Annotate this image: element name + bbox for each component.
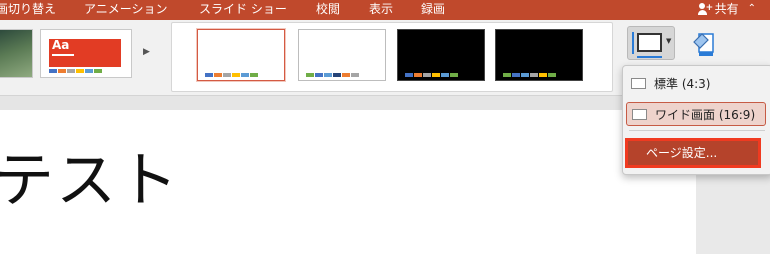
standard-label: 標準 (4:3)	[654, 77, 711, 91]
more-themes-arrow-icon[interactable]: ▶	[143, 47, 150, 57]
share-button[interactable]: + 共有 ⌃	[697, 2, 756, 16]
slide-canvas[interactable]: テスト	[0, 110, 696, 254]
width-arrow	[637, 56, 662, 58]
swatch	[76, 69, 84, 73]
menu-record[interactable]: 録画	[421, 2, 445, 16]
menu-bar: 画切り替え アニメーション スライド ショー 校閲 表示 録画 + 共有 ⌃	[0, 0, 770, 20]
widescreen-label: ワイド画面 (16:9)	[655, 108, 756, 122]
theme-sample-text: Aa	[52, 38, 70, 52]
variants-gallery	[171, 22, 613, 92]
menu-item-widescreen[interactable]: ワイド画面 (16:9)	[626, 102, 766, 126]
format-background-icon[interactable]	[691, 28, 717, 58]
page-setup-button[interactable]: ページ設定...	[625, 138, 761, 168]
theme-thumbnail-red[interactable]: Aa	[40, 29, 132, 78]
variant-swatches	[503, 73, 556, 77]
swatch	[85, 69, 93, 73]
menu-slideshow[interactable]: スライド ショー	[199, 2, 287, 16]
menu-view[interactable]: 表示	[369, 2, 393, 16]
variant-swatches	[306, 73, 359, 77]
variant-swatches	[205, 73, 258, 77]
height-arrow	[632, 32, 634, 54]
slide-size-icon	[637, 33, 662, 52]
widescreen-slide-icon	[632, 109, 647, 120]
theme-underline	[52, 54, 74, 56]
variant-black-alt[interactable]	[495, 29, 583, 81]
chevron-up-icon[interactable]: ⌃	[748, 2, 756, 16]
page-setup-label: ページ設定...	[646, 146, 718, 160]
menu-review[interactable]: 校閲	[316, 2, 340, 16]
variant-white-alt[interactable]	[298, 29, 386, 81]
theme-thumbnail-green[interactable]	[0, 29, 33, 78]
menu-item-standard[interactable]: 標準 (4:3)	[626, 72, 766, 96]
dropdown-caret-icon: ▼	[666, 37, 672, 45]
slide-size-button[interactable]: ▼	[627, 26, 675, 60]
variant-white-selected[interactable]	[197, 29, 285, 81]
swatch	[49, 69, 57, 73]
theme-color-swatches	[49, 69, 102, 73]
swatch	[94, 69, 102, 73]
swatch	[58, 69, 66, 73]
share-label: 共有	[714, 2, 739, 16]
add-person-icon: +	[697, 2, 713, 16]
variant-swatches	[405, 73, 458, 77]
slide-editor: テスト	[0, 96, 696, 254]
variant-black[interactable]	[397, 29, 485, 81]
standard-slide-icon	[631, 78, 646, 89]
menu-transitions[interactable]: 画切り替え	[0, 2, 56, 16]
menu-animations[interactable]: アニメーション	[84, 2, 168, 16]
menu-separator	[629, 130, 765, 131]
slide-title-text[interactable]: テスト	[0, 146, 180, 216]
slide-size-menu: 標準 (4:3) ワイド画面 (16:9) ページ設定...	[622, 65, 770, 175]
swatch	[67, 69, 75, 73]
